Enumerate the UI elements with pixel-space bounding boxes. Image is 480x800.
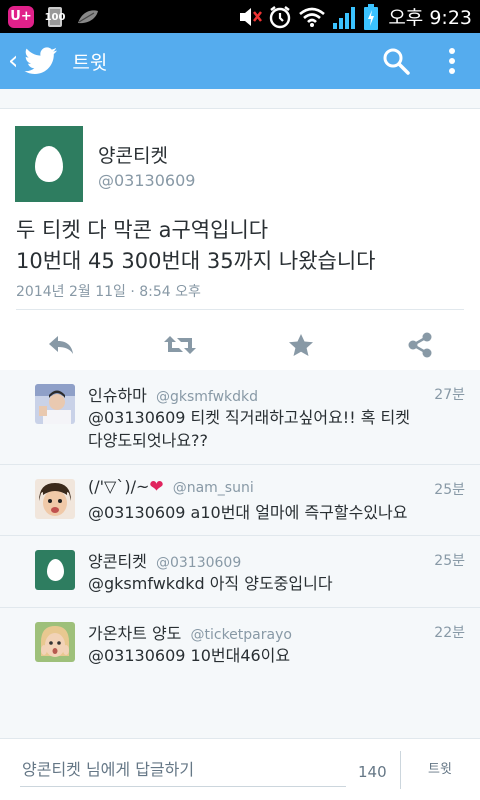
wifi-icon xyxy=(299,7,326,27)
user-photo-icon xyxy=(35,479,75,519)
reply-author-name[interactable]: 가온차트 양도 xyxy=(88,624,181,643)
tweet-card: 양콘티켓 @03130609 두 티켓 다 막콘 a구역입니다 10번대 45 … xyxy=(0,108,480,370)
retweet-button[interactable] xyxy=(163,331,197,359)
reply-icon xyxy=(49,336,73,354)
retweet-icon xyxy=(164,336,196,354)
reply-list: 인슈하마 @gksmfwkdkd 27분 @03130609 티켓 직거래하고싶… xyxy=(0,370,480,680)
back-chevron-icon[interactable]: ‹ xyxy=(8,46,18,76)
reply-author-handle[interactable]: @nam_suni xyxy=(173,480,254,496)
reply-timestamp: 27분 xyxy=(434,387,465,403)
list-item[interactable]: 인슈하마 @gksmfwkdkd 27분 @03130609 티켓 직거래하고싶… xyxy=(0,370,480,465)
mute-icon xyxy=(240,7,263,26)
share-icon xyxy=(408,332,432,358)
reply-author-name[interactable]: 양콘티켓 xyxy=(88,552,147,571)
overflow-menu-button[interactable] xyxy=(424,33,480,89)
leaf-icon xyxy=(78,9,98,23)
page-title: 트윗 xyxy=(72,51,108,74)
tweet-send-button[interactable]: 트윗 xyxy=(414,757,466,783)
twitter-bird-icon[interactable] xyxy=(24,47,58,75)
reply-author-handle[interactable]: @gksmfwkdkd xyxy=(156,389,258,405)
battery-saver-icon: 100 xyxy=(44,5,66,29)
character-count: 140 xyxy=(358,763,387,781)
search-button[interactable] xyxy=(368,33,424,89)
reply-text-line: 다양도되엇나요?? xyxy=(88,431,209,450)
share-button[interactable] xyxy=(405,331,435,359)
reply-text-line: @03130609 a10번대 얼마에 즉구할수있나요 xyxy=(88,503,408,522)
egg-avatar-icon xyxy=(46,559,64,581)
avatar[interactable] xyxy=(35,622,75,662)
reply-text: @03130609 티켓 직거래하고싶어요!! 혹 티켓 다양도되엇나요?? xyxy=(88,406,448,452)
favorite-icon xyxy=(289,334,313,356)
reply-author-handle[interactable]: @03130609 xyxy=(156,555,241,571)
egg-avatar-icon xyxy=(35,146,63,182)
reply-text-line: @gksmfwkdkd 아직 양도중입니다 xyxy=(88,574,333,593)
avatar[interactable] xyxy=(15,126,83,202)
user-photo-icon xyxy=(35,384,75,424)
divider xyxy=(400,751,401,789)
reply-text-line: @03130609 티켓 직거래하고싶어요!! 혹 티켓 xyxy=(88,408,410,427)
avatar[interactable] xyxy=(35,479,75,519)
reply-timestamp: 25분 xyxy=(434,553,465,569)
avatar[interactable] xyxy=(35,384,75,424)
list-item[interactable]: 양콘티켓 @03130609 25분 @gksmfwkdkd 아직 양도중입니다 xyxy=(0,536,480,608)
alarm-icon xyxy=(270,5,291,28)
tweet-text: 두 티켓 다 막콘 a구역입니다 10번대 45 300번대 35까지 나왔습니… xyxy=(16,215,466,277)
status-bar: U+ 100 오후 9:23 xyxy=(0,0,480,33)
signal-icon xyxy=(333,6,356,29)
tweet-author-handle[interactable]: @03130609 xyxy=(98,171,195,190)
list-item[interactable]: 가온차트 양도 @ticketparayo 22분 @03130609 10번대… xyxy=(0,608,480,680)
overflow-menu-icon xyxy=(449,48,455,74)
reply-button[interactable] xyxy=(46,331,76,359)
search-icon xyxy=(383,48,410,75)
heart-icon: ❤ xyxy=(149,477,164,497)
reply-text: @gksmfwkdkd 아직 양도중입니다 xyxy=(88,572,448,595)
battery-icon xyxy=(364,3,379,30)
tweet-text-line: 10번대 45 300번대 35까지 나왔습니다 xyxy=(16,249,376,273)
tweet-author-name[interactable]: 양콘티켓 xyxy=(98,141,168,168)
reply-timestamp: 22분 xyxy=(434,625,465,641)
reply-text: @03130609 a10번대 얼마에 즉구할수있나요 xyxy=(88,501,448,524)
reply-author-handle[interactable]: @ticketparayo xyxy=(191,627,292,643)
reply-text: @03130609 10번대46이요 xyxy=(88,644,448,667)
tweet-actions xyxy=(0,319,480,371)
lg-uplus-icon: U+ xyxy=(8,5,34,28)
divider xyxy=(16,309,464,310)
avatar[interactable] xyxy=(35,550,75,590)
list-item[interactable]: (/'▽`)/~❤ @nam_suni 25분 @03130609 a10번대 … xyxy=(0,465,480,536)
reply-timestamp: 25분 xyxy=(434,482,465,498)
clock: 오후 9:23 xyxy=(388,7,472,29)
reply-input[interactable] xyxy=(20,753,346,787)
app-bar: ‹ 트윗 xyxy=(0,33,480,89)
reply-author-name[interactable]: (/'▽`)/~ xyxy=(88,477,149,496)
tweet-timestamp: 2014년 2월 11일 · 8:54 오후 xyxy=(16,284,201,300)
tweet-text-line: 두 티켓 다 막콘 a구역입니다 xyxy=(16,218,269,242)
reply-author-name[interactable]: 인슈하마 xyxy=(88,386,147,405)
user-photo-icon xyxy=(35,622,75,662)
favorite-button[interactable] xyxy=(286,331,316,359)
reply-text-line: @03130609 10번대46이요 xyxy=(88,646,291,665)
reply-compose-bar: 140 트윗 xyxy=(0,738,480,800)
